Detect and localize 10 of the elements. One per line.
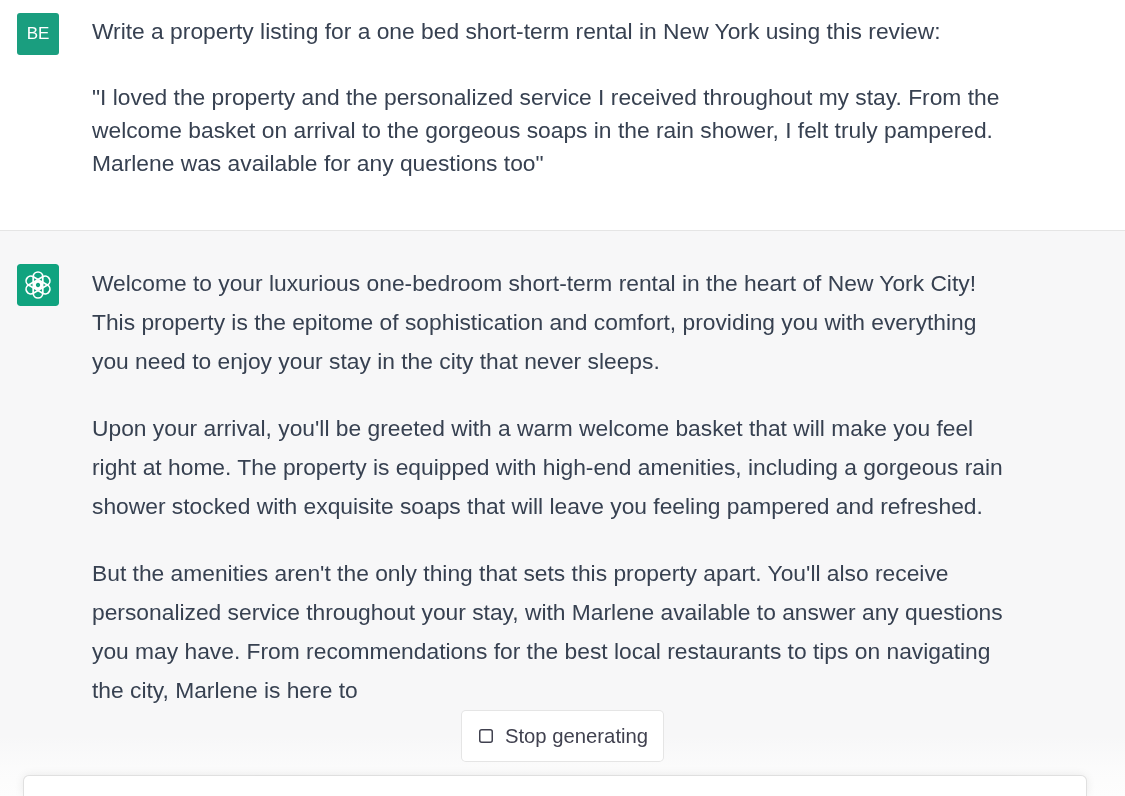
user-avatar: BE bbox=[17, 13, 59, 55]
message-paragraph: Upon your arrival, you'll be greeted with a warm welcome basket that will make you feel right at home. The property is equipped with high-end amenities, including a gorgeous rain shower stocked with exquisite soaps that will leave you feeling pampered and refreshed. bbox=[92, 414, 1004, 521]
message-paragraph: Write a property listing for a one bed short-term rental in New York using this review: bbox=[92, 17, 942, 46]
message-paragraph: But the amenities aren't the only thing that sets this property apart. You'll also receive personalized service throughout your stay, with Marlene available to answer any questions you may have. From recommendations for the best local restaurants to tips on navigating the city, Marlene is here to bbox=[92, 559, 1004, 705]
message-input-field[interactable] bbox=[23, 775, 1087, 796]
message-paragraph: "I loved the property and the personalized service I received throughout my stay. From the welcome basket on arrival to the gorgeous soaps in the rain shower, I felt truly pampered. Marlene was available for any questions too" bbox=[92, 83, 1001, 178]
knot-logo-icon bbox=[17, 264, 59, 306]
message-paragraph: Welcome to your luxurious one-bedroom short-term rental in the heart of New York City! This property is the epitome of sophistication and comfort, providing you with everything you need to enjoy your stay in the city that never sleeps. bbox=[92, 269, 978, 376]
stop-generating-button[interactable]: Stop generating bbox=[460, 710, 665, 762]
stop-icon bbox=[478, 729, 493, 743]
